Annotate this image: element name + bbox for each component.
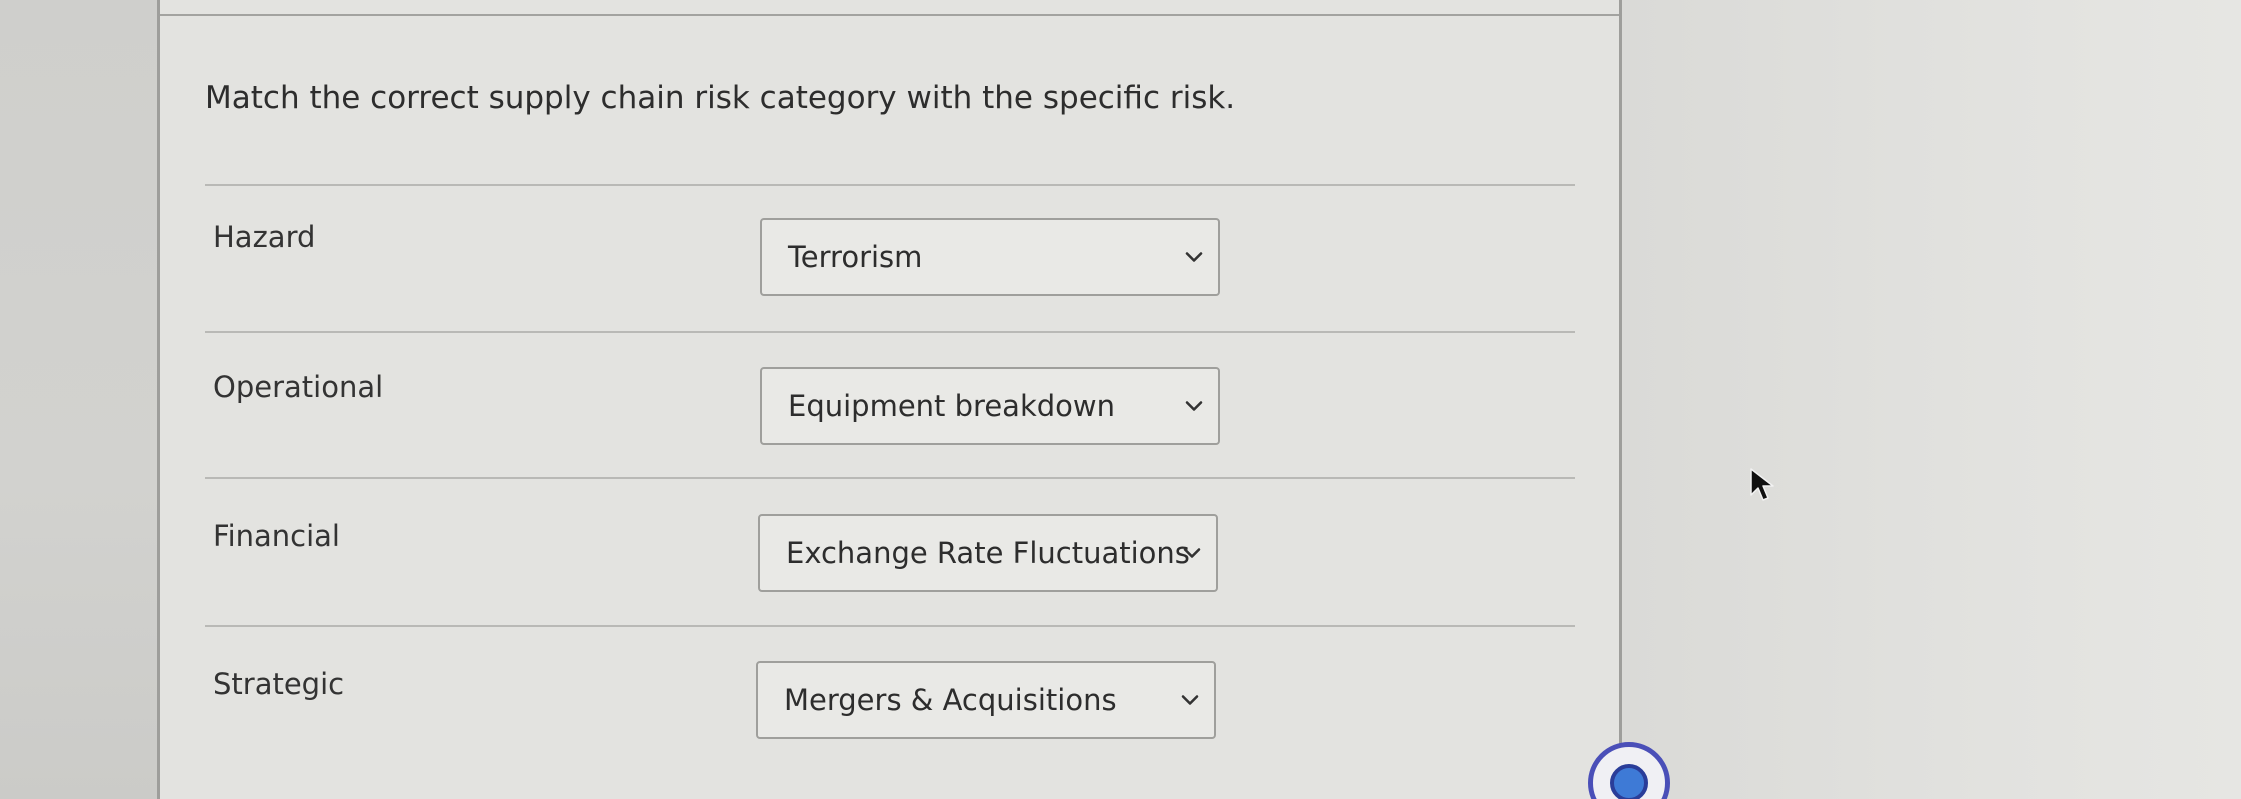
- background-right: [1622, 0, 2241, 799]
- row-label-financial: Financial: [213, 519, 340, 553]
- chevron-down-icon: [1185, 252, 1203, 262]
- select-hazard[interactable]: Terrorism: [760, 218, 1220, 296]
- divider: [205, 477, 1575, 479]
- row-label-strategic: Strategic: [213, 667, 345, 701]
- divider: [205, 331, 1575, 333]
- divider: [205, 625, 1575, 627]
- question-panel: Match the correct supply chain risk cate…: [157, 0, 1622, 799]
- panel-top-border: [160, 14, 1619, 16]
- mouse-cursor-icon: [1750, 468, 1774, 501]
- assistant-bubble-icon: [1610, 764, 1648, 799]
- chevron-down-icon: [1185, 401, 1203, 411]
- select-value: Equipment breakdown: [788, 389, 1115, 423]
- select-value: Mergers & Acquisitions: [784, 683, 1117, 717]
- select-financial[interactable]: Exchange Rate Fluctuations: [758, 514, 1218, 592]
- select-value: Terrorism: [788, 240, 923, 274]
- row-label-hazard: Hazard: [213, 220, 316, 254]
- background-left: [0, 0, 157, 799]
- select-strategic[interactable]: Mergers & Acquisitions: [756, 661, 1216, 739]
- select-value: Exchange Rate Fluctuations: [786, 536, 1190, 570]
- select-operational[interactable]: Equipment breakdown: [760, 367, 1220, 445]
- row-label-operational: Operational: [213, 370, 384, 404]
- chevron-down-icon: [1183, 548, 1201, 558]
- divider: [205, 184, 1575, 186]
- chevron-down-icon: [1181, 695, 1199, 705]
- question-text: Match the correct supply chain risk cate…: [205, 80, 1236, 116]
